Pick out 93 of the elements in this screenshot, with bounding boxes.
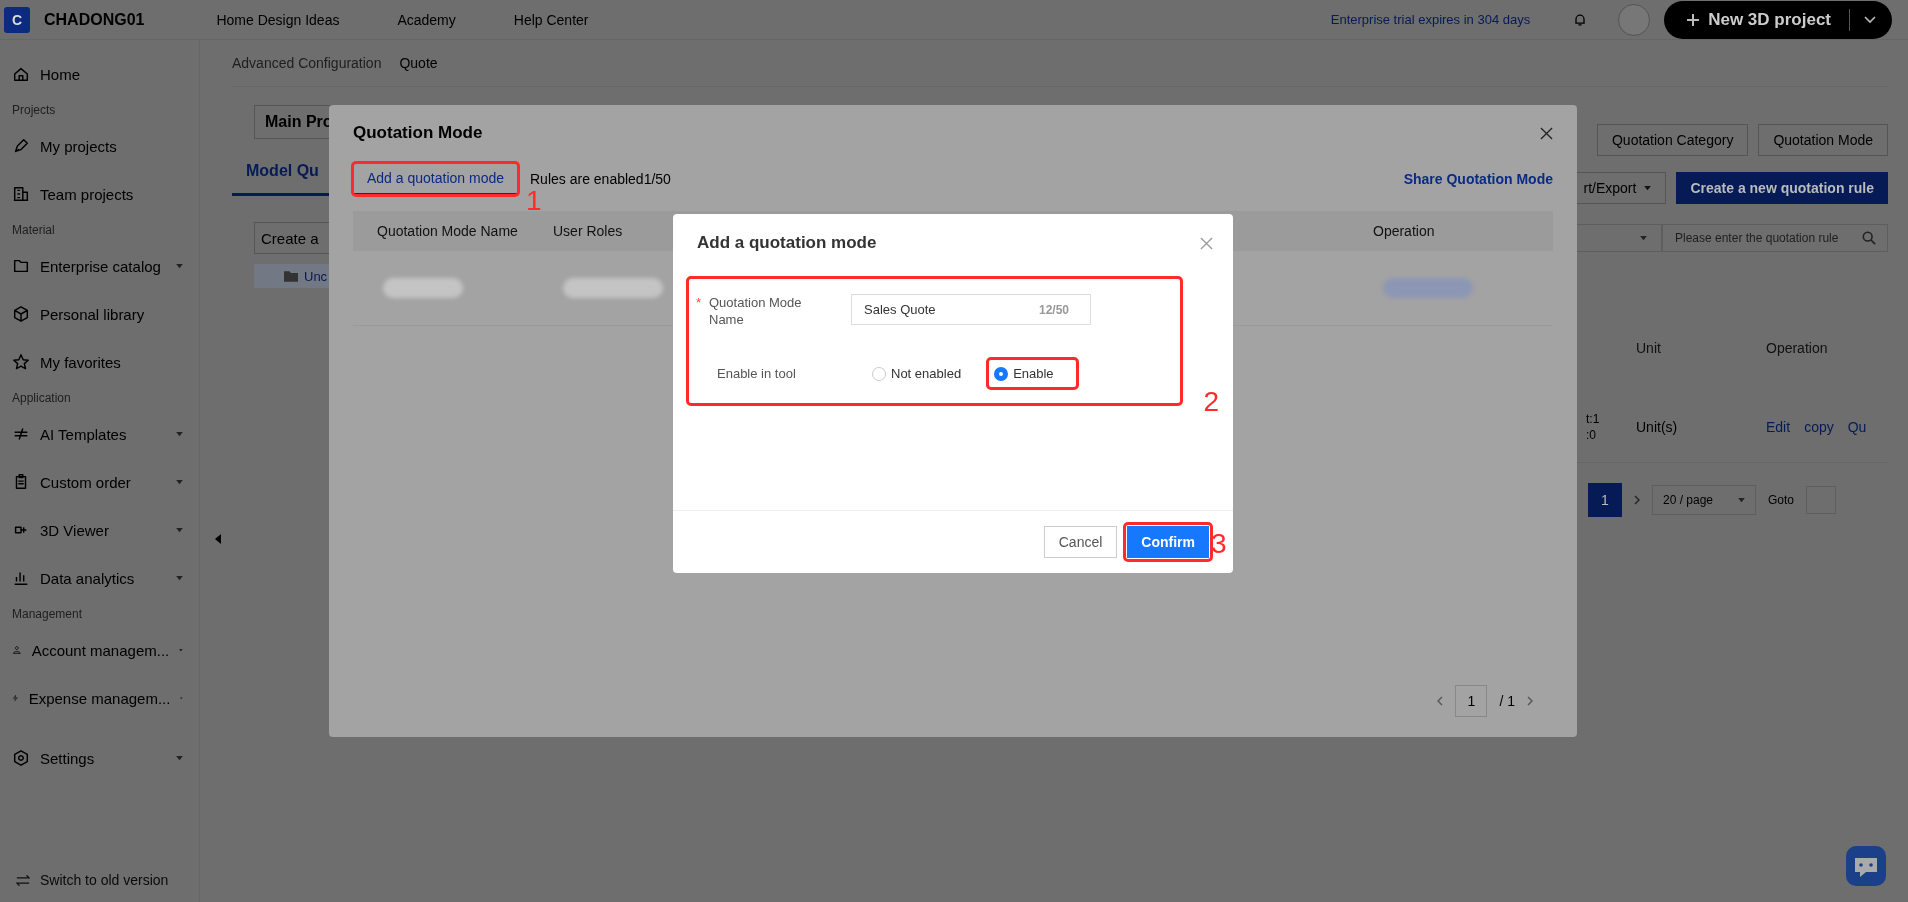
search-icon bbox=[1862, 231, 1876, 245]
field-label: Enable in tool bbox=[717, 365, 797, 382]
pen-icon bbox=[12, 137, 30, 155]
table-cell-text: Unit(s) bbox=[1636, 419, 1679, 435]
page-total: / 1 bbox=[1499, 693, 1515, 709]
caret-icon bbox=[176, 263, 183, 269]
header-button[interactable]: Quotation Mode bbox=[1758, 124, 1888, 156]
table-cell: :0 bbox=[1586, 427, 1596, 443]
chevron-left-icon[interactable] bbox=[1437, 696, 1444, 706]
settings-icon bbox=[12, 749, 30, 767]
column-header: User Roles bbox=[553, 223, 624, 239]
annotation-number: 1 bbox=[526, 187, 542, 215]
header-button[interactable]: Quotation Category bbox=[1596, 124, 1749, 156]
caret-icon bbox=[1644, 185, 1652, 191]
sidebar-item[interactable]: Data analytics bbox=[12, 554, 187, 602]
sidebar-item[interactable]: Custom order bbox=[12, 458, 187, 506]
caret-icon bbox=[176, 575, 183, 581]
home-icon bbox=[12, 65, 30, 83]
star-icon bbox=[12, 353, 30, 371]
sidebar-item[interactable]: 3D Viewer bbox=[12, 506, 187, 554]
caret-icon bbox=[1738, 497, 1745, 503]
add-mode-button[interactable]: Add a quotation mode bbox=[353, 163, 518, 195]
close-icon[interactable] bbox=[1540, 126, 1553, 140]
avatar-circle[interactable] bbox=[1618, 3, 1651, 36]
caret-icon bbox=[176, 431, 183, 437]
action-link[interactable]: copy bbox=[1804, 419, 1834, 435]
rules-count: Rules are enabled1/50 bbox=[530, 171, 671, 187]
nav-link[interactable]: Help Center bbox=[513, 11, 589, 28]
page-size-select[interactable]: 20 / page bbox=[1652, 485, 1756, 515]
search-field[interactable]: Please enter the quotation rule bbox=[1662, 224, 1888, 252]
table-cell: t:1 bbox=[1586, 411, 1600, 427]
sidebar-heading: Application bbox=[12, 390, 72, 407]
sidebar-item[interactable]: Account managem... bbox=[12, 626, 187, 674]
nav-link[interactable]: Academy bbox=[397, 11, 456, 28]
dialog-title: Add a quotation mode bbox=[697, 233, 877, 253]
caret-icon bbox=[1864, 15, 1876, 24]
sidebar-item[interactable]: Settings bbox=[12, 734, 187, 782]
annotation-number: 2 bbox=[1203, 388, 1219, 416]
folder-icon bbox=[284, 270, 298, 282]
annotation-number: 3 bbox=[1211, 530, 1227, 558]
caret-icon bbox=[176, 527, 183, 533]
sidebar-item[interactable]: Personal library bbox=[12, 290, 187, 338]
chevron-right-icon[interactable] bbox=[1527, 696, 1533, 706]
radio-option[interactable]: Not enabled bbox=[864, 357, 987, 390]
cancel-button[interactable]: Cancel bbox=[1043, 526, 1118, 558]
building-icon bbox=[12, 185, 30, 203]
logo-badge: C bbox=[4, 6, 30, 33]
action-link[interactable]: Edit bbox=[1766, 419, 1791, 435]
sidebar-item[interactable]: Team projects bbox=[12, 170, 187, 218]
required-asterisk: * bbox=[696, 294, 703, 312]
radio-circle[interactable] bbox=[872, 366, 886, 381]
page-field[interactable]: 1 bbox=[1455, 685, 1488, 717]
field-label: Quotation Mode Name bbox=[709, 294, 803, 328]
new-project-button[interactable]: New 3D project bbox=[1664, 0, 1892, 39]
column-header: Unit bbox=[1636, 340, 1662, 356]
column-header: Operation bbox=[1766, 340, 1829, 356]
page-number[interactable]: 1 bbox=[1588, 483, 1622, 517]
swap-icon bbox=[16, 874, 30, 886]
action-link[interactable]: Qu bbox=[1847, 419, 1867, 435]
column-header: Quotation Mode Name bbox=[376, 223, 519, 239]
caret-icon bbox=[176, 479, 183, 485]
caret-icon bbox=[176, 755, 183, 761]
chat-bubble-icon[interactable] bbox=[1846, 846, 1886, 886]
sidebar-heading: Projects bbox=[12, 102, 57, 119]
collapse-arrow-icon[interactable] bbox=[215, 534, 221, 544]
confirm-button[interactable]: Confirm bbox=[1127, 526, 1209, 558]
sidebar-item[interactable]: Enterprise catalog bbox=[12, 242, 187, 290]
close-icon[interactable] bbox=[1200, 236, 1213, 250]
sidebar-item[interactable]: Expense managem... bbox=[12, 674, 187, 722]
sidebar-heading: Material bbox=[12, 222, 56, 239]
character-counter: 12/50 bbox=[1039, 302, 1070, 317]
sidebar-item[interactable]: My favorites bbox=[12, 338, 187, 386]
folder-icon bbox=[12, 257, 30, 275]
radio-circle[interactable] bbox=[994, 366, 1009, 381]
column-header: Operation bbox=[1373, 223, 1435, 239]
plus-icon bbox=[1686, 12, 1701, 27]
radio-option[interactable]: Enable bbox=[986, 357, 1079, 390]
breadcrumb-item[interactable]: Advanced Configuration bbox=[232, 55, 382, 71]
sidebar-item[interactable]: My projects bbox=[12, 122, 187, 170]
nav-link[interactable]: Home Design Ideas bbox=[216, 11, 340, 28]
goto-label: Goto bbox=[1768, 493, 1794, 507]
chevron-right-icon[interactable] bbox=[1634, 495, 1640, 505]
switch-version-link[interactable]: Switch to old version bbox=[12, 872, 187, 888]
trial-notice[interactable]: Enterprise trial expires in 304 days bbox=[1330, 12, 1531, 27]
sidebar-heading: Management bbox=[12, 606, 84, 623]
share-link[interactable]: Share Quotation Mode bbox=[1403, 171, 1553, 187]
caret-icon bbox=[1640, 235, 1647, 241]
create-rule-button[interactable]: Create a new quotation rule bbox=[1676, 172, 1888, 204]
org-name: CHADONG01 bbox=[44, 10, 145, 29]
sidebar-item[interactable]: Home bbox=[12, 50, 187, 98]
sidebar-item[interactable]: AI Templates bbox=[12, 410, 187, 458]
breadcrumb-item[interactable]: Quote bbox=[399, 55, 438, 71]
cube-icon bbox=[12, 305, 30, 323]
